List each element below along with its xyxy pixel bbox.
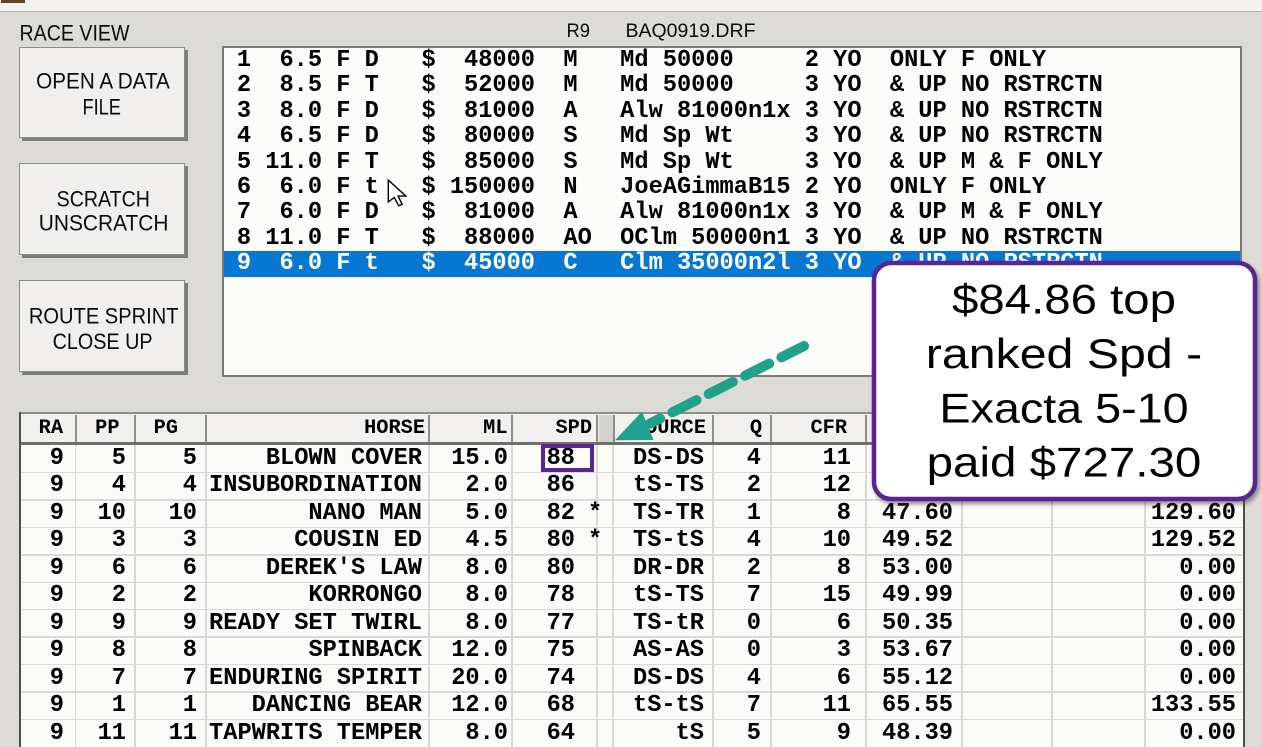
svg-text:FILE: FILE bbox=[82, 95, 120, 120]
svg-text:SCRATCH: SCRATCH bbox=[57, 187, 150, 212]
svg-text:UNSCRATCH: UNSCRATCH bbox=[39, 211, 169, 236]
svg-text:$84.86 top: $84.86 top bbox=[952, 276, 1176, 323]
svg-text:R9: R9 bbox=[567, 21, 591, 42]
svg-text:Exacta 5-10: Exacta 5-10 bbox=[939, 384, 1188, 431]
svg-text:ROUTE SPRINT: ROUTE SPRINT bbox=[29, 304, 179, 329]
svg-text:OPEN A DATA: OPEN A DATA bbox=[36, 69, 170, 94]
svg-text:BAQ0919.DRF: BAQ0919.DRF bbox=[626, 21, 756, 42]
svg-text:CLOSE UP: CLOSE UP bbox=[53, 329, 153, 354]
svg-text:paid $727.30: paid $727.30 bbox=[927, 439, 1202, 486]
svg-text:ranked Spd -: ranked Spd - bbox=[926, 330, 1202, 377]
svg-text:RACE VIEW: RACE VIEW bbox=[20, 20, 130, 45]
